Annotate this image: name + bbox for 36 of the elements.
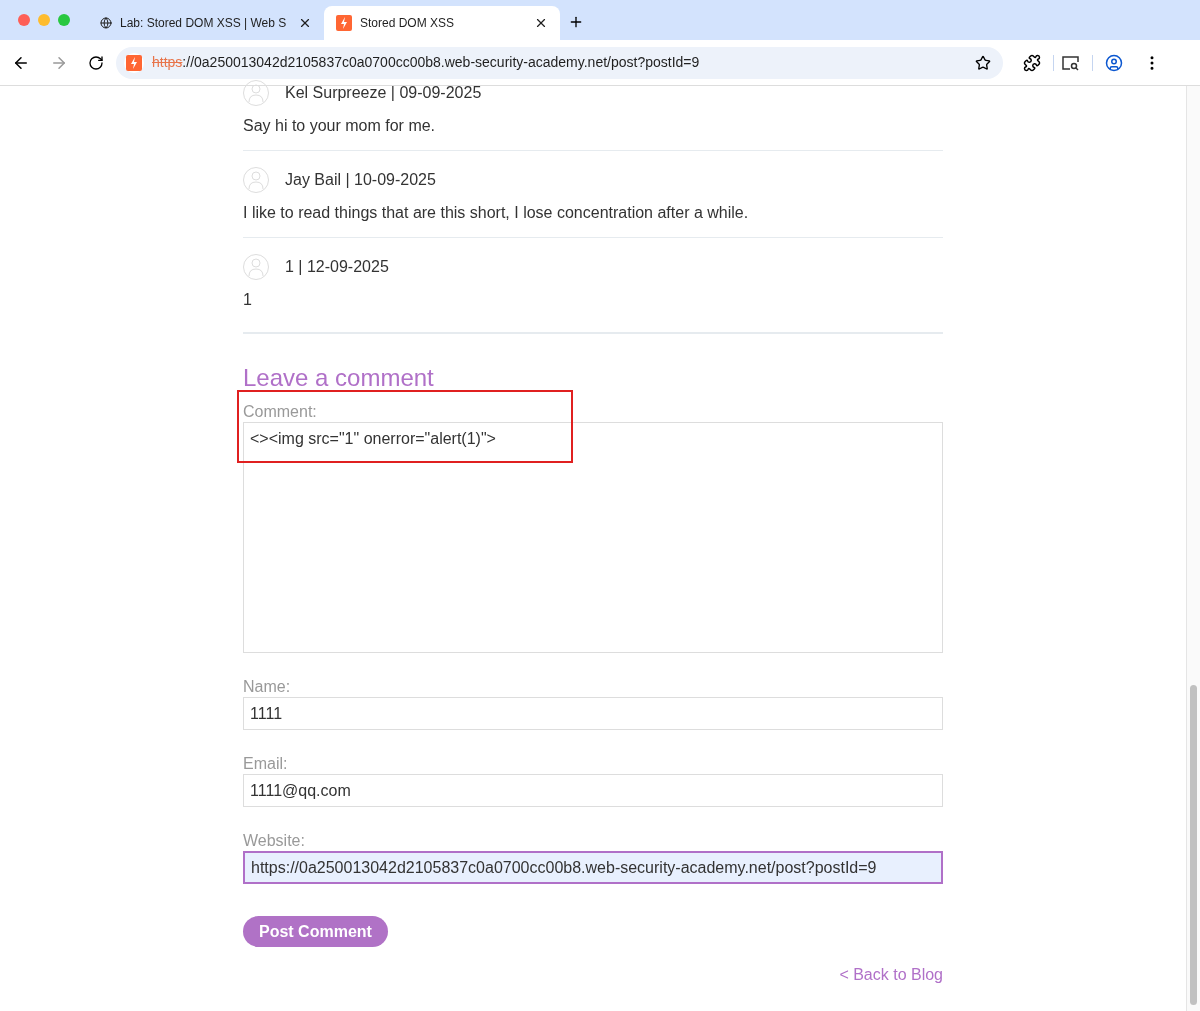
text-field[interactable]: 1111@qq.com [243, 774, 943, 807]
comment-text: I like to read things that are this short, I lose concentration after a while. [243, 203, 750, 223]
scrollbar[interactable] [1186, 86, 1200, 1011]
new-tab-icon[interactable] [568, 14, 584, 30]
text-field[interactable]: 1111 [243, 697, 943, 730]
section-heading: Leave a comment [243, 363, 435, 393]
tab-search-icon[interactable] [1062, 54, 1080, 71]
address-bar[interactable]: https://0a250013042d2105837c0a0700cc00b8.web-security-academy.net/post?postId=9 [116, 46, 1003, 79]
browser-tab[interactable]: Lab: Stored DOM XSS | Web S [88, 6, 324, 40]
url-text: https://0a250013042d2105837c0a0700cc00b8.web-security-academy.net/post?postId=9 [152, 53, 701, 72]
bookmark-star-icon[interactable] [975, 54, 991, 71]
field-label: Comment: [243, 402, 318, 422]
field-label: Name: [243, 677, 292, 697]
back-to-blog-link[interactable]: < Back to Blog [839, 963, 943, 987]
comment-field[interactable]: <><img src="1" onerror="alert(1)"> [243, 422, 943, 653]
comment-author-date: 1 | 12-09-2025 [285, 257, 389, 277]
extensions-icon[interactable] [1023, 53, 1041, 72]
close-tab-icon[interactable] [534, 16, 548, 30]
globe-icon [100, 17, 112, 29]
field-label: Website: [243, 831, 306, 851]
comment-author-date: Kel Surpreeze | 09-09-2025 [285, 83, 482, 103]
bolt-icon [126, 54, 142, 71]
field-label: Email: [243, 754, 289, 774]
bolt-icon [336, 15, 352, 31]
text-field[interactable]: https://0a250013042d2105837c0a0700cc00b8.web-security-academy.net/post?postId=9 [243, 851, 943, 884]
close-tab-icon[interactable] [298, 16, 312, 30]
avatar-icon [243, 167, 269, 193]
comment-author-date: Jay Bail | 10-09-2025 [285, 170, 436, 190]
comment-text: 1 [243, 290, 253, 310]
profile-icon[interactable] [1105, 53, 1123, 72]
avatar-icon [243, 254, 269, 280]
reload-icon[interactable] [88, 54, 104, 71]
tab-title: Lab: Stored DOM XSS | Web S [120, 15, 288, 32]
tab-title: Stored DOM XSS [360, 15, 456, 32]
comment-text: Say hi to your mom for me. [243, 116, 437, 136]
browser-tab[interactable]: Stored DOM XSS [324, 6, 560, 40]
